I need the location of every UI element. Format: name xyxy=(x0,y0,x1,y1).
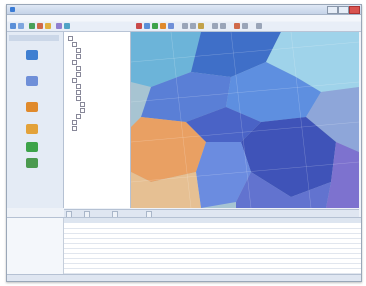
map-view[interactable] xyxy=(131,32,359,208)
checkbox-icon[interactable] xyxy=(80,102,85,107)
checkbox-icon[interactable] xyxy=(76,66,81,71)
tool-icon-19[interactable] xyxy=(242,23,248,29)
status-bar xyxy=(7,274,361,281)
refresh-icon[interactable] xyxy=(152,23,158,29)
tree-node[interactable] xyxy=(76,48,82,53)
expand-icon[interactable] xyxy=(68,36,73,41)
app-icon xyxy=(10,7,15,12)
expand-icon[interactable] xyxy=(72,120,77,125)
tool-icon-18[interactable] xyxy=(234,23,240,29)
checkbox-icon[interactable] xyxy=(76,48,81,53)
checkbox-icon[interactable] xyxy=(76,96,81,101)
tree-node[interactable] xyxy=(68,36,74,41)
expand-icon[interactable] xyxy=(72,60,77,65)
expand-icon[interactable] xyxy=(72,78,77,83)
tree-icon[interactable] xyxy=(26,142,38,152)
pan-icon[interactable] xyxy=(45,23,51,29)
open-icon[interactable] xyxy=(10,23,16,29)
title-bar xyxy=(7,5,361,15)
tool-icon-20[interactable] xyxy=(256,23,262,29)
zoom-in-icon[interactable] xyxy=(29,23,35,29)
help-icon[interactable] xyxy=(168,23,174,29)
select-icon[interactable] xyxy=(56,23,62,29)
checkbox-icon[interactable] xyxy=(76,54,81,59)
tree-node[interactable] xyxy=(76,72,82,77)
application-window xyxy=(6,4,362,282)
zoom-out-icon[interactable] xyxy=(37,23,43,29)
tree-node[interactable] xyxy=(76,66,82,71)
table-side-panel xyxy=(7,218,64,274)
expand-icon[interactable] xyxy=(72,126,77,131)
tree-node[interactable] xyxy=(80,102,86,107)
tree-node[interactable] xyxy=(76,84,82,89)
map-canvas[interactable] xyxy=(131,32,359,208)
tree-node[interactable] xyxy=(72,60,78,65)
measure-icon[interactable] xyxy=(136,23,142,29)
tools-panel xyxy=(7,32,64,208)
tool-icon-14[interactable] xyxy=(190,23,196,29)
layer-tree xyxy=(64,32,131,208)
print-icon[interactable] xyxy=(160,23,166,29)
attribute-table xyxy=(7,217,361,274)
expand-icon[interactable] xyxy=(72,42,77,47)
layer-icon[interactable] xyxy=(144,23,150,29)
checkbox-icon[interactable] xyxy=(76,84,81,89)
identify-icon[interactable] xyxy=(64,23,70,29)
ship-icon[interactable] xyxy=(26,50,38,60)
save-icon[interactable] xyxy=(18,23,24,29)
tree-node[interactable] xyxy=(72,120,78,125)
chart-icon[interactable] xyxy=(26,102,38,112)
panel-tabs xyxy=(64,209,359,218)
tree-node[interactable] xyxy=(72,126,78,131)
checkbox-icon[interactable] xyxy=(76,72,81,77)
tool-icon-15[interactable] xyxy=(198,23,204,29)
toolbar xyxy=(7,22,361,32)
layers-icon[interactable] xyxy=(26,76,38,86)
tool-icon-16[interactable] xyxy=(212,23,218,29)
minimize-button[interactable] xyxy=(327,6,338,14)
folder-icon[interactable] xyxy=(26,124,38,134)
globe-icon[interactable] xyxy=(26,158,38,168)
tree-node[interactable] xyxy=(76,54,82,59)
checkbox-icon[interactable] xyxy=(80,108,85,113)
close-button[interactable] xyxy=(349,6,360,14)
tree-node[interactable] xyxy=(76,114,82,119)
tree-node[interactable] xyxy=(76,96,82,101)
checkbox-icon[interactable] xyxy=(76,114,81,119)
tool-icon-13[interactable] xyxy=(182,23,188,29)
tree-node[interactable] xyxy=(76,90,82,95)
tool-icon-17[interactable] xyxy=(220,23,226,29)
tree-node[interactable] xyxy=(72,78,78,83)
checkbox-icon[interactable] xyxy=(76,90,81,95)
maximize-button[interactable] xyxy=(338,6,349,14)
menu-bar xyxy=(7,15,361,21)
tools-panel-header xyxy=(9,35,59,41)
tree-node[interactable] xyxy=(72,42,78,47)
tree-node[interactable] xyxy=(80,108,86,113)
